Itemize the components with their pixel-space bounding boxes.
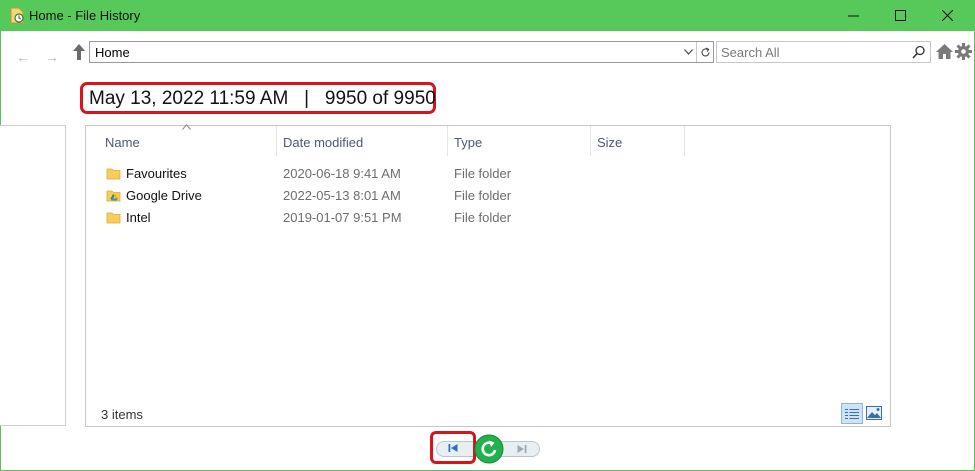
file-row[interactable]: Intel 2019-01-07 9:51 PM File folder (86, 207, 890, 229)
previous-version-button[interactable] (430, 431, 476, 464)
next-version-icon (517, 445, 527, 453)
google-drive-folder-icon (106, 190, 121, 202)
snapshot-date-highlight: May 13, 2022 11:59 AM | 9950 of 9950 (80, 82, 436, 114)
column-header-type[interactable]: Type (454, 135, 482, 150)
file-name: Intel (126, 210, 151, 225)
file-type: File folder (454, 166, 512, 181)
file-type: File folder (454, 210, 512, 225)
file-row[interactable]: Google Drive 2022-05-13 8:01 AM File fol… (86, 185, 890, 207)
address-dropdown-button[interactable] (681, 42, 696, 62)
details-view-icon (845, 408, 859, 419)
minimize-button[interactable] (830, 0, 876, 31)
forward-arrow-icon[interactable]: → (45, 49, 59, 65)
column-header-name[interactable]: Name (105, 135, 140, 150)
column-separator[interactable] (684, 126, 685, 156)
address-bar[interactable]: Home (89, 41, 714, 63)
previous-snapshot-pane[interactable] (0, 125, 66, 426)
file-date-modified: 2019-01-07 9:51 PM (283, 210, 402, 225)
snapshot-date-heading: May 13, 2022 11:59 AM | 9950 of 9950 (89, 88, 436, 109)
column-separator[interactable] (447, 126, 448, 156)
back-arrow-icon[interactable]: ← (16, 49, 30, 65)
next-version-button[interactable] (511, 441, 533, 457)
item-count: 3 items (101, 407, 143, 422)
sort-ascending-icon (182, 124, 191, 130)
file-name: Favourites (126, 166, 187, 181)
folder-icon (106, 168, 121, 180)
search-placeholder: Search All (721, 45, 780, 60)
folder-icon (106, 212, 121, 224)
file-date-modified: 2022-05-13 8:01 AM (283, 188, 401, 203)
file-list-panel: Name Date modified Type Size Favourites … (85, 124, 891, 427)
file-row[interactable]: Favourites 2020-06-18 9:41 AM File folde… (86, 163, 890, 185)
file-history-app-icon (10, 7, 24, 24)
minimize-icon (847, 15, 859, 17)
up-arrow-icon[interactable] (72, 43, 86, 61)
gear-icon[interactable] (954, 42, 973, 61)
refresh-button[interactable] (696, 42, 714, 62)
column-header-date-modified[interactable]: Date modified (283, 135, 363, 150)
address-text: Home (95, 45, 130, 60)
file-date-modified: 2020-06-18 9:41 AM (283, 166, 401, 181)
close-button[interactable] (924, 0, 970, 31)
close-icon (941, 10, 953, 21)
column-header-size[interactable]: Size (597, 135, 622, 150)
column-separator[interactable] (590, 126, 591, 156)
details-view-button[interactable] (841, 403, 863, 424)
column-separator[interactable] (276, 126, 277, 156)
window-title: Home - File History (29, 8, 141, 23)
title-bar: Home - File History (0, 0, 975, 31)
home-icon[interactable] (935, 42, 954, 61)
maximize-icon (894, 10, 906, 21)
maximize-button[interactable] (877, 0, 923, 31)
restore-button[interactable] (474, 434, 504, 464)
large-icons-view-icon (866, 406, 882, 420)
search-icon[interactable] (912, 45, 926, 59)
file-name: Google Drive (126, 188, 202, 203)
refresh-icon (701, 47, 710, 56)
previous-version-icon (448, 443, 458, 452)
large-icons-view-button[interactable] (866, 405, 882, 421)
chevron-down-icon (684, 49, 693, 55)
file-type: File folder (454, 188, 512, 203)
search-box[interactable]: Search All (716, 41, 931, 63)
